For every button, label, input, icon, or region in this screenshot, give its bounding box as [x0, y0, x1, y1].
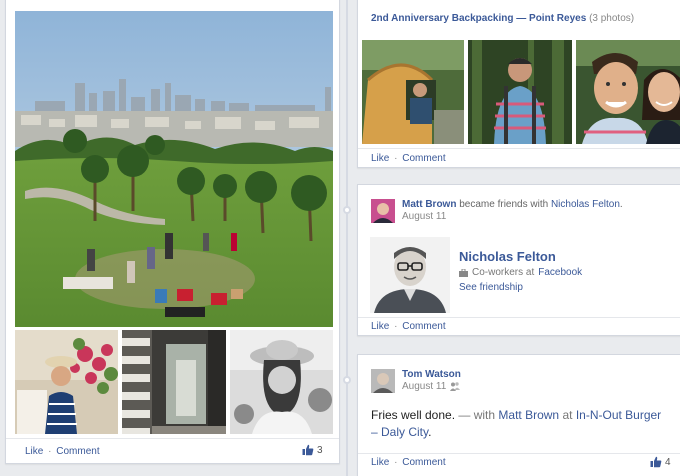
likes-count[interactable]: 3: [302, 444, 323, 456]
album-title: 2nd Anniversary Backpacking — Point Reye…: [371, 13, 635, 24]
photo-thumb-corridor[interactable]: [122, 330, 226, 434]
friendship-post-card: Matt Brown became friends with Nicholas …: [357, 184, 680, 336]
photo-thumb-woman-flowers[interactable]: [15, 330, 118, 434]
thumbs-up-icon: [650, 456, 662, 468]
avatar[interactable]: [371, 369, 395, 393]
comment-link[interactable]: Comment: [402, 153, 445, 164]
photo-thumbnails: [15, 330, 333, 434]
comment-link[interactable]: Comment: [402, 457, 445, 468]
actor-link[interactable]: Matt Brown: [402, 199, 456, 210]
tagged-friend-link[interactable]: Matt Brown: [498, 408, 559, 422]
album-photo-couple-selfie[interactable]: [576, 40, 680, 144]
post-actions: Like · Comment: [371, 457, 446, 468]
timeline-spine: [346, 0, 348, 476]
photo-thumb-woman-hat[interactable]: [230, 330, 333, 434]
post-date[interactable]: August 11: [402, 211, 446, 222]
divider: [6, 438, 339, 439]
timeline-dot: [343, 206, 351, 214]
friend-name-link[interactable]: Nicholas Felton: [459, 249, 556, 264]
comment-link[interactable]: Comment: [56, 446, 99, 457]
album-photo-man-hiking[interactable]: [468, 40, 572, 144]
location-link[interactable]: Point Reyes: [529, 13, 586, 24]
album-post-card: 2nd Anniversary Backpacking — Point Reye…: [357, 0, 680, 168]
like-link[interactable]: Like: [371, 321, 389, 332]
album-photos: [362, 40, 680, 144]
post-header: Tom Watson: [402, 369, 461, 380]
comment-link[interactable]: Comment: [402, 321, 445, 332]
friend-link[interactable]: Nicholas Felton: [551, 199, 620, 210]
like-link[interactable]: Like: [371, 153, 389, 164]
company-link[interactable]: Facebook: [538, 267, 582, 278]
photo-count: (3 photos): [589, 13, 635, 24]
timeline-dot: [343, 376, 351, 384]
photo-post-card: Like · Comment 3: [5, 0, 340, 464]
actor-link[interactable]: Tom Watson: [402, 369, 461, 380]
post-header: Matt Brown became friends with Nicholas …: [402, 199, 623, 210]
post-actions: Like · Comment: [371, 321, 446, 332]
album-link[interactable]: 2nd Anniversary Backpacking: [371, 13, 513, 24]
thumbs-up-icon: [302, 444, 314, 456]
status-post-card: Tom Watson August 11 Fries well done. — …: [357, 354, 680, 476]
likes-count[interactable]: 4: [650, 456, 671, 468]
friend-work-info: Co-workers at Facebook: [459, 267, 582, 278]
divider: [358, 453, 680, 454]
like-link[interactable]: Like: [371, 457, 389, 468]
post-date: August 11: [402, 381, 461, 392]
post-actions: Like · Comment: [371, 153, 446, 164]
post-actions: Like · Comment: [25, 446, 100, 457]
park-city-photo[interactable]: [15, 11, 333, 327]
divider: [358, 317, 680, 318]
friend-profile-photo[interactable]: [370, 237, 450, 313]
album-photo-tent[interactable]: [362, 40, 464, 144]
briefcase-icon: [459, 268, 468, 277]
friends-icon[interactable]: [450, 382, 461, 391]
status-text: Fries well done. — with Matt Brown at In…: [371, 408, 662, 439]
see-friendship-link[interactable]: See friendship: [459, 282, 523, 293]
like-link[interactable]: Like: [25, 446, 43, 457]
avatar[interactable]: [371, 199, 395, 223]
divider: [358, 148, 680, 149]
